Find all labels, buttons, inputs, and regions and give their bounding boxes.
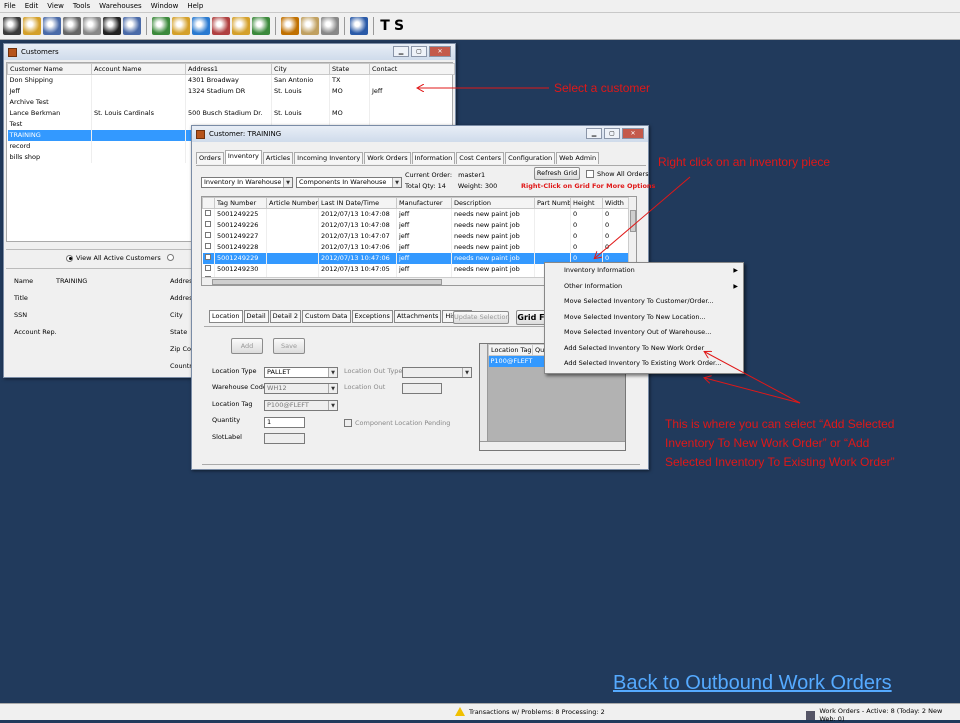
work-orders-status[interactable]: Work Orders - Active: 8 (Today: 2 New We…	[806, 707, 960, 723]
annotation-arrows	[0, 0, 801, 404]
transactions-status[interactable]: Transactions w/ Problems: 8 Processing: …	[455, 707, 605, 716]
warning-icon	[455, 707, 465, 716]
status-bar: Transactions w/ Problems: 8 Processing: …	[0, 703, 960, 723]
arrow-to-new-work-order	[705, 352, 801, 404]
arrow-to-existing-work-order	[705, 378, 801, 404]
work-order-icon	[806, 710, 816, 720]
back-to-outbound-work-orders-link[interactable]: Back to Outbound Work Orders	[613, 672, 892, 695]
arrow-to-inventory	[595, 176, 691, 258]
